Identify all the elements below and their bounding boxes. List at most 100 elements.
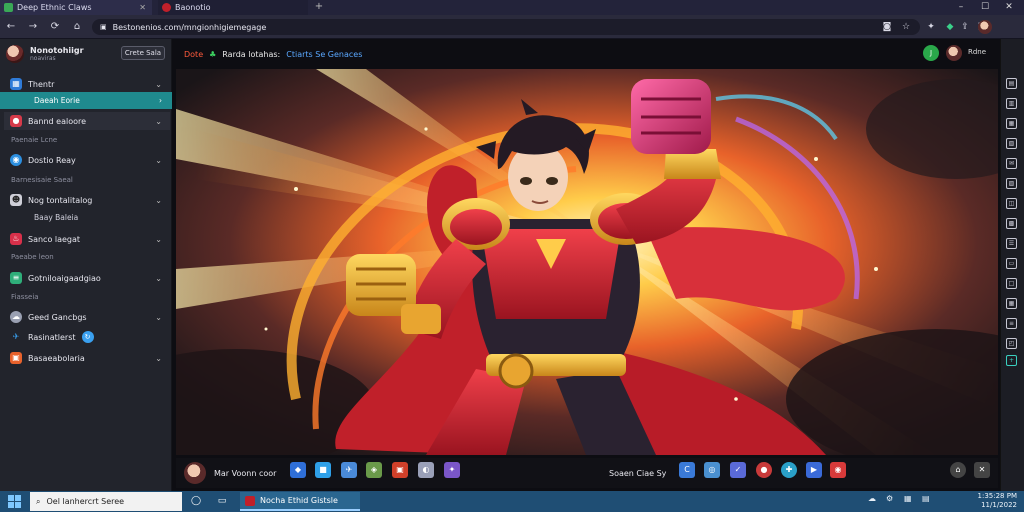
sidebar-item-rasinat[interactable]: ✈ Rasinatlerst ↻ [4,328,170,346]
extension-icon[interactable]: ✦ [924,20,938,34]
grid-icon: ▦ [10,78,22,90]
chevron-right-icon: › [159,96,162,105]
taskbar-active-window[interactable]: Nocha Ethid Gistsle [240,492,360,511]
hero-artwork [176,69,998,455]
url-bar[interactable]: ▣ Bestonenios.com/mngionhigiemegage [92,19,920,35]
header-title-part: Dote [184,49,204,59]
sidebar-item-sanco[interactable]: ♨ Sanco laegat ⌄ [4,230,170,248]
task-view-icon[interactable]: ▭ [214,493,230,509]
app-shortcut-icon[interactable]: ▣ [392,462,408,478]
rail-grid-icon[interactable]: ▦ [1006,298,1017,309]
app-shortcut-icon[interactable]: ◆ [290,462,306,478]
browser-tab-2[interactable]: Baonotio [158,0,308,15]
app-shortcut-icon[interactable]: ◐ [418,462,434,478]
sidebar-subitem[interactable]: Baay Baleia [0,209,172,226]
cortana-icon[interactable]: ◯ [188,493,204,509]
back-arrow-icon[interactable]: ← [4,20,18,34]
rail-task-icon[interactable]: ☰ [1006,238,1017,249]
home-icon[interactable]: ⌂ [950,462,966,478]
sidebar-item-dostio[interactable]: ◉ Dostio Reay ⌄ [4,151,170,169]
tray-list-icon[interactable]: ▤ [922,494,930,503]
app-shortcut-icon[interactable]: ■ [315,462,331,478]
app-shortcut-icon[interactable]: ✓ [730,462,746,478]
tray-cloud-icon[interactable]: ☁ [868,494,876,503]
globe-icon: ◉ [10,154,22,166]
sidebar-item-bannd[interactable]: ● Bannd ealoore ⌄ [4,112,170,130]
taskbar-clock[interactable]: 1:35:28 PM 11/1/2022 [955,492,1017,510]
camera-icon[interactable]: ◙ [880,20,894,34]
header-link[interactable]: Ctiarts Se Genaces [286,50,362,59]
chevron-down-icon: ⌄ [155,234,162,244]
header-user-label[interactable]: Rdne [968,48,986,56]
rail-calendar-icon[interactable]: ▨ [1006,178,1017,189]
fire-icon: ♨ [10,233,22,245]
stack-icon: ≡ [10,272,22,284]
reload-icon[interactable]: ⟳ [48,20,62,34]
sidebar-item-label: Basaeabolaria [28,353,85,363]
sidebar-item-label: Rasinatlerst [28,332,76,342]
sidebar-subitem-active[interactable]: Daeah Eorie › [0,92,172,109]
maximize-button[interactable]: ☐ [974,0,996,15]
share-icon[interactable]: ⇪ [958,20,972,34]
taskbar-search-input[interactable]: ⌕ Oel lanhercrt Seree [30,492,182,511]
browser-tab-1[interactable]: Deep Ethnic Claws ✕ [0,0,152,15]
app-shortcut-icon[interactable]: ✚ [781,462,797,478]
minimize-button[interactable]: – [950,0,972,15]
app-shortcut-icon[interactable]: ✈ [341,462,357,478]
create-button[interactable]: Crete Sala [121,46,165,60]
close-icon[interactable]: ✕ [974,462,990,478]
app-shortcut-icon[interactable]: ▶ [806,462,822,478]
forward-arrow-icon[interactable]: → [26,20,40,34]
mask-icon: ☻ [10,194,22,206]
sidebar-section-label: Paeabe leon [11,253,54,261]
chevron-down-icon: ⌄ [155,195,162,205]
leaf-icon: ♣ [209,49,217,59]
sidebar-item-nog[interactable]: ☻ Nog tontalitalog ⌄ [4,191,170,209]
home-icon[interactable]: ⌂ [70,20,84,34]
app-shortcut-icon[interactable]: ✦ [444,462,460,478]
chevron-down-icon: ⌄ [155,155,162,165]
star-icon[interactable]: ☆ [899,20,913,34]
avatar[interactable] [946,45,962,61]
rail-history-icon[interactable]: ▥ [1006,98,1017,109]
sidebar-section-label: Fiasseia [11,293,39,301]
app-shortcut-icon[interactable]: ◉ [830,462,846,478]
sidebar-item-geed[interactable]: ☁ Geed Gancbgs ⌄ [4,308,170,326]
sidebar-item-thentr[interactable]: ▦ Thentr ⌄ [4,75,170,93]
rail-list-icon[interactable]: ≡ [1006,318,1017,329]
content-header: Dote ♣ Rarda lotahas: Ctiarts Se Genaces [176,42,998,66]
tray-grid-icon[interactable]: ▦ [904,494,912,503]
app-shortcut-icon[interactable]: ◎ [704,462,720,478]
tab-label: Deep Ethnic Claws [17,3,92,12]
new-tab-button[interactable]: + [312,0,326,15]
tray-settings-icon[interactable]: ⚙ [886,494,893,503]
rail-mail-icon[interactable]: ✉ [1006,158,1017,169]
tab-close-icon[interactable]: ✕ [139,3,146,12]
app-shortcut-icon[interactable]: ● [756,462,772,478]
sidebar-item-basaea[interactable]: ▣ Basaeabolaria ⌄ [4,349,170,367]
rail-image-icon[interactable]: ◫ [1006,198,1017,209]
windows-start-icon[interactable] [8,495,21,508]
chevron-down-icon: ⌄ [155,353,162,363]
twitter-icon: ✈ [12,332,20,341]
chevron-down-icon: ⌄ [155,273,162,283]
gem-icon[interactable]: ◆ [943,20,957,34]
profile-avatar-icon[interactable] [978,20,992,34]
tab-favicon-icon [162,3,171,12]
app-shortcut-icon[interactable]: ◈ [366,462,382,478]
rail-chat-icon[interactable]: ▩ [1006,218,1017,229]
rail-download-icon[interactable]: ▦ [1006,118,1017,129]
rail-add-icon[interactable]: + [1006,355,1017,366]
sidebar-item-gotni[interactable]: ≡ Gotniloaigaadgiao ⌄ [4,269,170,287]
app-shortcut-icon[interactable]: C [679,462,695,478]
sidebar-item-label: Gotniloaigaadgiao [28,273,101,283]
avatar[interactable] [184,462,206,484]
rail-folder-icon[interactable]: ▭ [1006,258,1017,269]
rail-square-icon[interactable]: □ [1006,278,1017,289]
close-window-button[interactable]: ✕ [998,0,1020,15]
lock-icon: ▣ [100,23,107,31]
rail-notes-icon[interactable]: ▧ [1006,138,1017,149]
rail-bookmark-icon[interactable]: ▤ [1006,78,1017,89]
rail-window-icon[interactable]: ◰ [1006,338,1017,349]
status-badge[interactable]: J [923,45,939,61]
